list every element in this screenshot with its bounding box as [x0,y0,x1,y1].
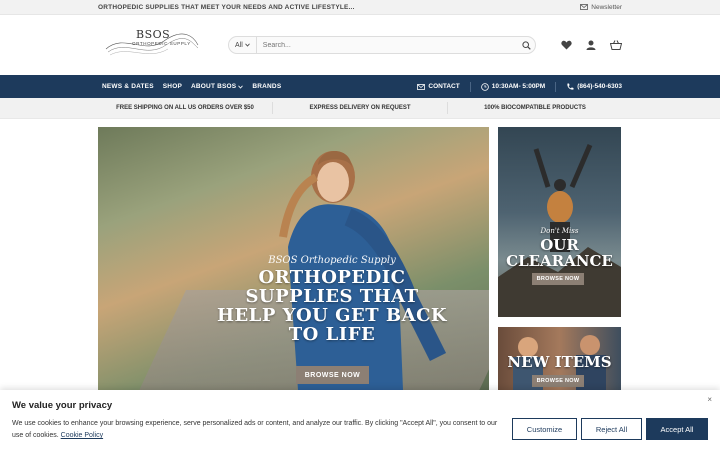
nav-shop[interactable]: SHOP [163,83,182,90]
search-category-select[interactable]: All [229,37,257,53]
tagline: ORTHOPEDIC SUPPLIES THAT MEET YOUR NEEDS… [98,3,355,11]
wishlist-button[interactable] [560,39,572,51]
search-category-label: All [235,41,243,49]
basket-icon [610,40,622,50]
search-input[interactable] [256,41,517,49]
search-bar: All [228,36,536,54]
nav-about-label: ABOUT BSOS [191,83,237,90]
nav-brands[interactable]: BRANDS [252,83,281,90]
top-bar: ORTHOPEDIC SUPPLIES THAT MEET YOUR NEEDS… [0,0,720,15]
newsletter-label: Newsletter [591,3,622,11]
header-icons [560,39,622,51]
clearance-script: Don't Miss [540,227,579,235]
cart-button[interactable] [610,39,622,51]
logo-subtitle: ORTHOPEDIC SUPPLY [132,41,191,46]
phone-label: (864)-540-6303 [577,83,622,90]
cookie-buttons: Customize Reject All Accept All [512,418,708,440]
cookie-policy-link[interactable]: Cookie Policy [61,432,103,439]
chevron-down-icon [238,85,244,89]
hero-script: BSOS Orthopedic Supply [268,255,396,266]
phone-icon [567,83,574,90]
logo[interactable]: BSOS ORTHOPEDIC SUPPLY [104,25,200,65]
clearance-browse-button[interactable]: BROWSE NOW [532,273,584,285]
accept-all-button[interactable]: Accept All [646,418,708,440]
header: BSOS ORTHOPEDIC SUPPLY All [0,15,720,75]
clock-icon [480,82,489,91]
contact-link[interactable]: CONTACT [417,83,460,90]
clearance-card[interactable]: Don't Miss OUR CLEARANCE BROWSE NOW [498,127,621,317]
hours-info: 10:30AM- 5:00PM [480,82,546,91]
close-icon[interactable]: × [707,395,712,404]
clearance-title: OUR CLEARANCE [506,236,613,270]
main-nav: NEWS & DATES SHOP ABOUT BSOS BRANDS CONT… [0,75,720,98]
cookie-banner: We value your privacy × We use cookies t… [0,390,720,450]
mail-icon [417,83,426,90]
newsletter-link[interactable]: Newsletter [580,4,622,11]
perk-free-shipping: FREE SHIPPING ON ALL US ORDERS OVER $50 [98,102,273,114]
account-button[interactable] [585,39,597,51]
heart-icon [560,40,572,50]
perks-bar: FREE SHIPPING ON ALL US ORDERS OVER $50 … [0,98,720,119]
cookie-title: We value your privacy [12,400,113,411]
nav-news-dates[interactable]: NEWS & DATES [102,83,154,90]
phone-link[interactable]: (864)-540-6303 [566,83,622,91]
logo-brand: BSOS [136,28,171,41]
search-icon [521,40,531,50]
nav-about[interactable]: ABOUT BSOS [191,83,244,90]
hiker-image [498,144,621,317]
perk-express-delivery: EXPRESS DELIVERY ON REQUEST [273,102,448,114]
chevron-down-icon [244,43,250,47]
nav-divider [555,81,557,92]
hours-label: 10:30AM- 5:00PM [491,83,546,90]
perk-biocompatible: 100% BIOCOMPATIBLE PRODUCTS [484,105,586,111]
search-button[interactable] [517,37,535,53]
user-icon [586,40,596,50]
hero-headline: ORTHOPEDIC SUPPLIES THAT HELP YOU GET BA… [216,267,448,345]
mail-icon [580,4,589,10]
cookie-description: We use cookies to enhance your browsing … [12,418,502,442]
customize-button[interactable]: Customize [512,418,577,440]
contact-label: CONTACT [428,83,460,90]
new-items-browse-button[interactable]: BROWSE NOW [532,375,584,387]
hero-banner[interactable]: BSOS Orthopedic Supply ORTHOPEDIC SUPPLI… [98,127,489,390]
new-items-card[interactable]: NEW ITEMS BROWSE NOW [498,327,621,390]
new-items-title: NEW ITEMS [507,353,612,371]
nav-contact-info: CONTACT 10:30AM- 5:00PM (864)-540-6303 [417,81,622,92]
hero-text: BSOS Orthopedic Supply ORTHOPEDIC SUPPLI… [216,255,448,344]
hero-browse-button[interactable]: BROWSE NOW [296,366,369,384]
nav-divider [469,81,471,92]
reject-all-button[interactable]: Reject All [581,418,642,440]
